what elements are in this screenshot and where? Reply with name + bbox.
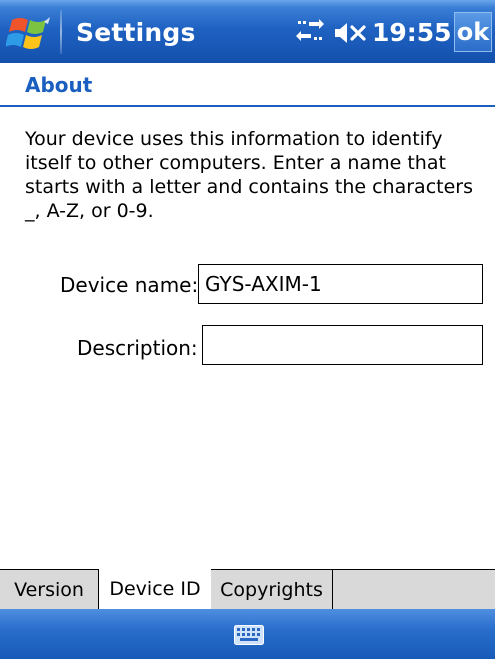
bottom-menu-bar — [0, 609, 495, 659]
description-label: Description: — [77, 336, 198, 360]
description-field[interactable] — [202, 325, 483, 365]
volume-muted-icon[interactable] — [333, 20, 371, 46]
windows-start-icon[interactable] — [5, 14, 54, 54]
title-bar: Settings 19:55 ok — [0, 0, 495, 63]
clock-time[interactable]: 19:55 — [372, 18, 452, 47]
section-header: About — [0, 63, 495, 107]
device-name-field[interactable]: GYS-AXIM-1 — [198, 264, 483, 304]
tab-copyrights[interactable]: Copyrights — [211, 570, 333, 610]
ok-button[interactable]: ok — [454, 12, 492, 52]
section-title: About — [25, 73, 93, 97]
tab-version[interactable]: Version — [0, 570, 99, 610]
device-name-label: Device name: — [60, 273, 199, 297]
tab-device-id[interactable]: Device ID — [98, 568, 212, 610]
keyboard-icon[interactable] — [234, 625, 264, 645]
tab-bar: Version Device ID Copyrights — [0, 568, 495, 610]
title-separator — [60, 10, 62, 54]
connectivity-icon[interactable] — [295, 18, 325, 46]
app-title: Settings — [76, 18, 196, 47]
intro-text: Your device uses this information to ide… — [25, 128, 473, 222]
